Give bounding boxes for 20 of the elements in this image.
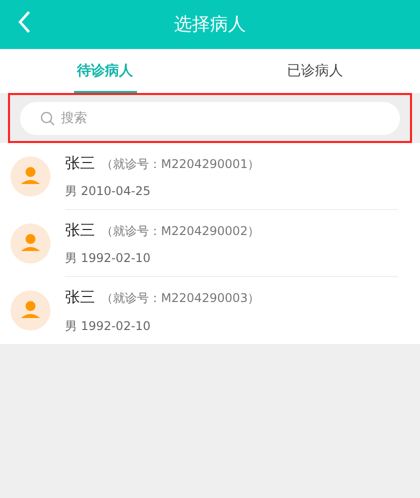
search-icon xyxy=(40,110,55,126)
back-icon xyxy=(17,10,31,34)
tab[interactable]: 已诊病人 xyxy=(210,49,420,93)
visit-number: （就诊号：M2204290002） xyxy=(101,222,260,240)
visit-number: （就诊号：M2204290001） xyxy=(101,156,260,173)
patient-name: 张三 xyxy=(65,220,95,241)
patient-name: 张三 xyxy=(65,287,95,308)
patient-row[interactable]: 张三 （就诊号：M2204290001） 男 2010-04-25 xyxy=(0,143,420,210)
search-field[interactable]: 搜索 xyxy=(20,102,400,134)
patient-name: 张三 xyxy=(65,152,95,174)
window-title: 选择病人 xyxy=(174,13,246,37)
patient-info: 男 1992-02-10 xyxy=(65,250,152,268)
patient-info: 男 1992-02-10 xyxy=(65,318,152,335)
avatar-icon xyxy=(10,290,51,331)
patient-row[interactable]: 张三 （就诊号：M2204290003） 男 1992-02-10 xyxy=(0,277,420,344)
avatar-icon xyxy=(10,156,51,197)
patient-info: 男 2010-04-25 xyxy=(65,183,152,200)
patient-row[interactable]: 张三 （就诊号：M2204290002） 男 1992-02-10 xyxy=(0,210,420,277)
avatar-icon xyxy=(10,223,51,264)
visit-number: （就诊号：M2204290003） xyxy=(101,290,260,308)
